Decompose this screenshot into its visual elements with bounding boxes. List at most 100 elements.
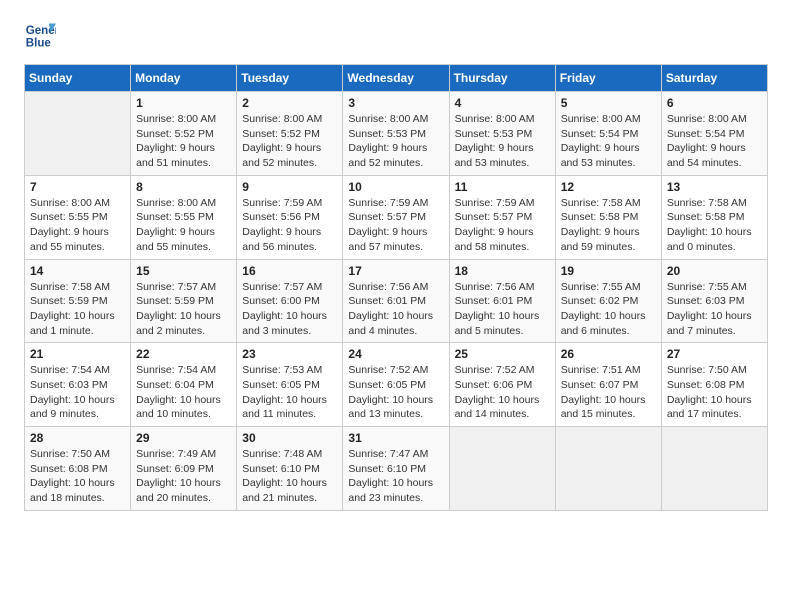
cell-day-number: 26 <box>561 347 656 361</box>
cell-info: Sunrise: 7:58 AMSunset: 5:58 PMDaylight:… <box>561 196 656 255</box>
cell-day-number: 24 <box>348 347 443 361</box>
calendar-cell: 11Sunrise: 7:59 AMSunset: 5:57 PMDayligh… <box>449 175 555 259</box>
cell-info: Sunrise: 7:54 AMSunset: 6:03 PMDaylight:… <box>30 363 125 422</box>
calendar-cell: 23 Sunrise: 7:53 AMSunset: 6:05 PMDayligh… <box>237 343 343 427</box>
cell-info: Sunrise: 7:59 AMSunset: 5:57 PMDaylight:… <box>348 196 443 255</box>
logo: General Blue <box>24 20 58 52</box>
calendar-cell: 8Sunrise: 8:00 AMSunset: 5:55 PMDaylight… <box>131 175 237 259</box>
cell-day-number: 15 <box>136 264 231 278</box>
calendar-cell: 13 Sunrise: 7:58 AMSunset: 5:58 PMDayligh… <box>661 175 767 259</box>
calendar-cell: 20 Sunrise: 7:55 AMSunset: 6:03 PMDayligh… <box>661 259 767 343</box>
calendar-cell: 22 Sunrise: 7:54 AMSunset: 6:04 PMDayligh… <box>131 343 237 427</box>
cell-info: Sunrise: 8:00 AMSunset: 5:52 PMDaylight:… <box>242 112 337 171</box>
weekday-header-row: SundayMondayTuesdayWednesdayThursdayFrid… <box>25 65 768 92</box>
cell-day-number: 5 <box>561 96 656 110</box>
cell-info: Sunrise: 7:52 AMSunset: 6:06 PMDaylight:… <box>455 363 550 422</box>
calendar-cell: 12 Sunrise: 7:58 AMSunset: 5:58 PMDayligh… <box>555 175 661 259</box>
week-row-4: 21 Sunrise: 7:54 AMSunset: 6:03 PMDayligh… <box>25 343 768 427</box>
cell-day-number: 19 <box>561 264 656 278</box>
calendar-cell: 6 Sunrise: 8:00 AMSunset: 5:54 PMDaylight… <box>661 92 767 176</box>
weekday-header-friday: Friday <box>555 65 661 92</box>
calendar-table: SundayMondayTuesdayWednesdayThursdayFrid… <box>24 64 768 511</box>
calendar-cell: 19 Sunrise: 7:55 AMSunset: 6:02 PMDayligh… <box>555 259 661 343</box>
calendar-cell: 27 Sunrise: 7:50 AMSunset: 6:08 PMDayligh… <box>661 343 767 427</box>
calendar-cell: 24 Sunrise: 7:52 AMSunset: 6:05 PMDayligh… <box>343 343 449 427</box>
cell-info: Sunrise: 8:00 AMSunset: 5:54 PMDaylight:… <box>561 112 656 171</box>
cell-day-number: 12 <box>561 180 656 194</box>
header: General Blue <box>24 20 768 52</box>
week-row-3: 14 Sunrise: 7:58 AMSunset: 5:59 PMDayligh… <box>25 259 768 343</box>
logo-icon: General Blue <box>24 20 56 52</box>
cell-day-number: 28 <box>30 431 125 445</box>
cell-day-number: 17 <box>348 264 443 278</box>
cell-info: Sunrise: 7:55 AMSunset: 6:02 PMDaylight:… <box>561 280 656 339</box>
cell-info: Sunrise: 7:55 AMSunset: 6:03 PMDaylight:… <box>667 280 762 339</box>
calendar-cell: 14 Sunrise: 7:58 AMSunset: 5:59 PMDayligh… <box>25 259 131 343</box>
cell-day-number: 9 <box>242 180 337 194</box>
calendar-cell: 30Sunrise: 7:48 AMSunset: 6:10 PMDayligh… <box>237 427 343 511</box>
weekday-header-thursday: Thursday <box>449 65 555 92</box>
cell-info: Sunrise: 7:50 AMSunset: 6:08 PMDaylight:… <box>30 447 125 506</box>
cell-info: Sunrise: 7:53 AMSunset: 6:05 PMDaylight:… <box>242 363 337 422</box>
cell-day-number: 6 <box>667 96 762 110</box>
cell-info: Sunrise: 8:00 AMSunset: 5:55 PMDaylight:… <box>30 196 125 255</box>
cell-day-number: 23 <box>242 347 337 361</box>
cell-day-number: 8 <box>136 180 231 194</box>
calendar-cell: 18Sunrise: 7:56 AMSunset: 6:01 PMDayligh… <box>449 259 555 343</box>
cell-day-number: 22 <box>136 347 231 361</box>
cell-info: Sunrise: 7:47 AMSunset: 6:10 PMDaylight:… <box>348 447 443 506</box>
calendar-cell: 21 Sunrise: 7:54 AMSunset: 6:03 PMDayligh… <box>25 343 131 427</box>
calendar-cell: 2 Sunrise: 8:00 AMSunset: 5:52 PMDaylight… <box>237 92 343 176</box>
cell-day-number: 29 <box>136 431 231 445</box>
calendar-cell <box>555 427 661 511</box>
calendar-cell: 16Sunrise: 7:57 AMSunset: 6:00 PMDayligh… <box>237 259 343 343</box>
cell-day-number: 3 <box>348 96 443 110</box>
cell-info: Sunrise: 8:00 AMSunset: 5:53 PMDaylight:… <box>455 112 550 171</box>
calendar-cell: 4Sunrise: 8:00 AMSunset: 5:53 PMDaylight… <box>449 92 555 176</box>
cell-day-number: 2 <box>242 96 337 110</box>
cell-info: Sunrise: 7:51 AMSunset: 6:07 PMDaylight:… <box>561 363 656 422</box>
weekday-header-sunday: Sunday <box>25 65 131 92</box>
weekday-header-monday: Monday <box>131 65 237 92</box>
week-row-1: 1 Sunrise: 8:00 AMSunset: 5:52 PMDaylight… <box>25 92 768 176</box>
weekday-header-wednesday: Wednesday <box>343 65 449 92</box>
cell-info: Sunrise: 7:57 AMSunset: 5:59 PMDaylight:… <box>136 280 231 339</box>
cell-day-number: 11 <box>455 180 550 194</box>
calendar-cell: 17Sunrise: 7:56 AMSunset: 6:01 PMDayligh… <box>343 259 449 343</box>
cell-info: Sunrise: 7:49 AMSunset: 6:09 PMDaylight:… <box>136 447 231 506</box>
calendar-body: 1 Sunrise: 8:00 AMSunset: 5:52 PMDaylight… <box>25 92 768 511</box>
cell-day-number: 25 <box>455 347 550 361</box>
calendar-cell <box>25 92 131 176</box>
cell-info: Sunrise: 8:00 AMSunset: 5:53 PMDaylight:… <box>348 112 443 171</box>
calendar-cell: 25 Sunrise: 7:52 AMSunset: 6:06 PMDayligh… <box>449 343 555 427</box>
cell-day-number: 18 <box>455 264 550 278</box>
calendar-cell: 28 Sunrise: 7:50 AMSunset: 6:08 PMDayligh… <box>25 427 131 511</box>
calendar-cell: 10Sunrise: 7:59 AMSunset: 5:57 PMDayligh… <box>343 175 449 259</box>
cell-day-number: 14 <box>30 264 125 278</box>
cell-day-number: 27 <box>667 347 762 361</box>
week-row-5: 28 Sunrise: 7:50 AMSunset: 6:08 PMDayligh… <box>25 427 768 511</box>
cell-day-number: 21 <box>30 347 125 361</box>
calendar-cell: 9 Sunrise: 7:59 AMSunset: 5:56 PMDaylight… <box>237 175 343 259</box>
cell-day-number: 1 <box>136 96 231 110</box>
svg-text:Blue: Blue <box>26 38 52 50</box>
cell-info: Sunrise: 8:00 AMSunset: 5:54 PMDaylight:… <box>667 112 762 171</box>
calendar-cell: 26 Sunrise: 7:51 AMSunset: 6:07 PMDayligh… <box>555 343 661 427</box>
cell-info: Sunrise: 8:00 AMSunset: 5:52 PMDaylight:… <box>136 112 231 171</box>
cell-day-number: 30 <box>242 431 337 445</box>
cell-info: Sunrise: 7:50 AMSunset: 6:08 PMDaylight:… <box>667 363 762 422</box>
cell-info: Sunrise: 7:52 AMSunset: 6:05 PMDaylight:… <box>348 363 443 422</box>
calendar-cell: 5 Sunrise: 8:00 AMSunset: 5:54 PMDaylight… <box>555 92 661 176</box>
cell-info: Sunrise: 7:58 AMSunset: 5:58 PMDaylight:… <box>667 196 762 255</box>
cell-day-number: 20 <box>667 264 762 278</box>
cell-day-number: 13 <box>667 180 762 194</box>
cell-info: Sunrise: 7:54 AMSunset: 6:04 PMDaylight:… <box>136 363 231 422</box>
cell-day-number: 31 <box>348 431 443 445</box>
cell-info: Sunrise: 7:59 AMSunset: 5:56 PMDaylight:… <box>242 196 337 255</box>
calendar-cell <box>661 427 767 511</box>
cell-info: Sunrise: 7:58 AMSunset: 5:59 PMDaylight:… <box>30 280 125 339</box>
calendar-cell: 1 Sunrise: 8:00 AMSunset: 5:52 PMDaylight… <box>131 92 237 176</box>
calendar-cell: 31 Sunrise: 7:47 AMSunset: 6:10 PMDayligh… <box>343 427 449 511</box>
calendar-cell: 7Sunrise: 8:00 AMSunset: 5:55 PMDaylight… <box>25 175 131 259</box>
calendar-cell: 15 Sunrise: 7:57 AMSunset: 5:59 PMDayligh… <box>131 259 237 343</box>
